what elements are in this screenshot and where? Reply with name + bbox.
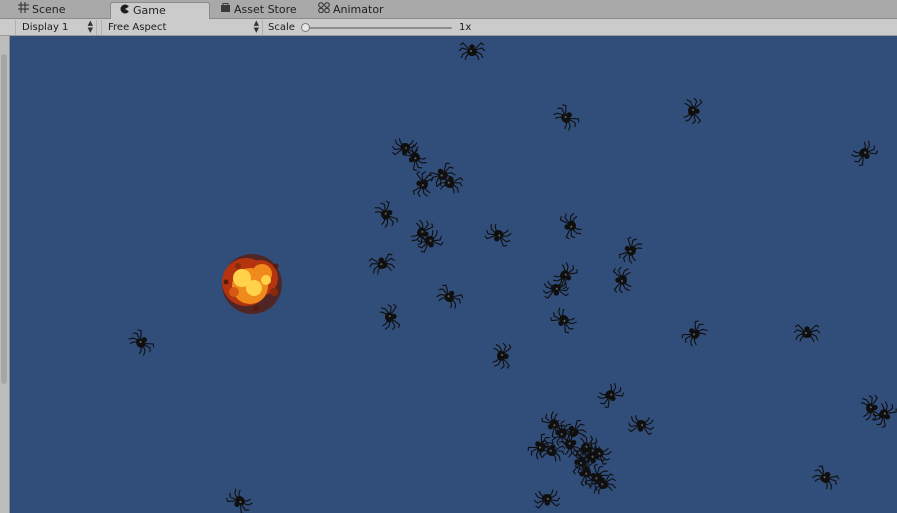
spider-sprite <box>812 465 840 490</box>
spider-sprite <box>533 489 561 509</box>
grid-icon <box>18 2 29 18</box>
spider-sprite <box>379 303 401 331</box>
left-panel-edge <box>0 36 10 513</box>
spider-sprite <box>681 320 708 347</box>
spider-sprite <box>597 382 625 408</box>
spider-sprite <box>436 172 464 194</box>
explosion-sprite <box>222 254 282 314</box>
animator-nodes-icon <box>318 2 330 18</box>
spider-sprite <box>542 279 570 299</box>
updown-arrow-icon: ▲ ▼ <box>87 19 93 34</box>
spider-sprite <box>612 266 632 294</box>
spider-sprite <box>793 324 821 343</box>
tab-game[interactable]: Game <box>110 2 210 20</box>
spider-sprite <box>368 253 396 275</box>
scale-value: 1x <box>459 22 472 33</box>
updown-arrow-icon: ▲ ▼ <box>253 19 259 34</box>
scale-slider-thumb[interactable] <box>301 23 310 32</box>
store-bag-icon <box>220 2 231 18</box>
aspect-dropdown-label: Free Aspect <box>108 22 167 33</box>
spider-sprite <box>226 488 253 513</box>
tab-animator-label: Animator <box>333 3 384 16</box>
spider-sprite <box>683 97 703 125</box>
game-viewport[interactable] <box>10 36 897 513</box>
spider-sprite <box>459 42 485 60</box>
left-scroll-handle[interactable] <box>1 54 7 384</box>
spider-sprite <box>619 236 643 264</box>
spider-sprite <box>436 284 464 309</box>
unity-editor-window: Scene Game Asset Store Animator Display … <box>0 0 897 513</box>
spider-sprite <box>492 342 512 370</box>
scale-slider-track[interactable] <box>304 27 452 29</box>
display-dropdown[interactable]: Display 1 ▲ ▼ <box>15 20 97 35</box>
editor-tab-bar: Scene Game Asset Store Animator <box>0 0 897 20</box>
tab-scene[interactable]: Scene <box>18 2 66 19</box>
spider-sprite <box>851 140 878 166</box>
spider-sprite <box>571 448 591 476</box>
tab-scene-label: Scene <box>32 3 66 16</box>
tab-animator[interactable]: Animator <box>318 2 384 19</box>
spider-sprite <box>559 212 582 240</box>
tab-game-label: Game <box>133 4 166 17</box>
display-dropdown-label: Display 1 <box>22 22 69 33</box>
tab-asset-store[interactable]: Asset Store <box>220 2 297 19</box>
spider-sprite <box>550 307 577 334</box>
spider-sprite <box>128 329 155 356</box>
spider-sprite <box>553 104 580 131</box>
scale-label: Scale <box>268 22 295 33</box>
game-controller-icon <box>120 3 130 19</box>
game-view-toolbar: Display 1 ▲ ▼ Free Aspect ▲ ▼ Scale 1x <box>0 19 897 36</box>
spider-sprite <box>627 414 655 436</box>
spider-sprite <box>484 223 512 247</box>
aspect-dropdown[interactable]: Free Aspect ▲ ▼ <box>101 20 263 35</box>
spider-sprite <box>374 200 398 228</box>
tab-asset-store-label: Asset Store <box>234 3 297 16</box>
